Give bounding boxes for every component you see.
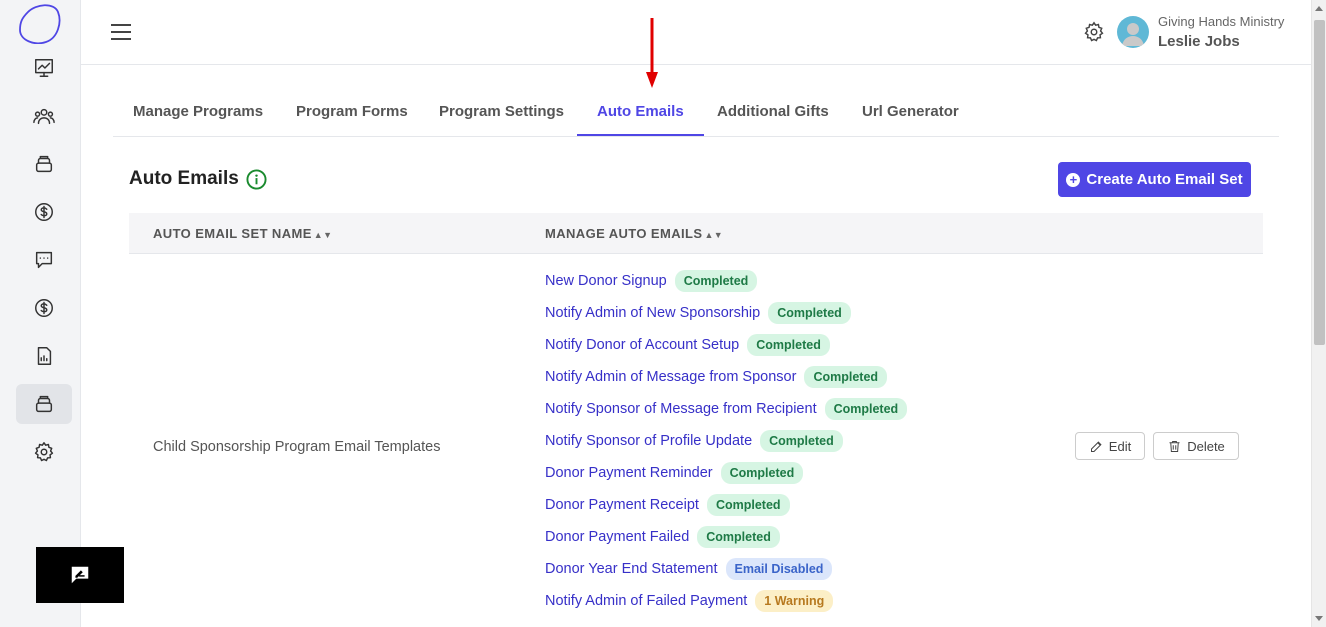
list-item: Notify Sponsor of Message from Recipient… (545, 397, 908, 421)
page-title: Auto Emails (129, 168, 239, 189)
programs-stack-icon[interactable] (16, 144, 72, 184)
program-tabs: Manage Programs Program Forms Program Se… (113, 92, 1279, 137)
tab-url-generator[interactable]: Url Generator (842, 92, 979, 136)
auto-email-set-name: Child Sponsorship Program Email Template… (153, 439, 441, 455)
list-item: Notify Donor of Account Setup Completed (545, 333, 830, 357)
auto-email-link[interactable]: Notify Sponsor of Profile Update (545, 433, 752, 449)
programs-active-icon[interactable] (16, 384, 72, 424)
payments-dollar-icon[interactable] (16, 288, 72, 328)
list-item: Notify Sponsor of Profile Update Complete… (545, 429, 843, 453)
top-bar: Giving Hands Ministry Leslie Jobs (81, 0, 1311, 65)
logo-icon[interactable] (18, 4, 62, 44)
status-badge: Completed (760, 430, 843, 452)
list-item: Donor Payment Receipt Completed (545, 493, 790, 517)
scroll-thumb[interactable] (1314, 20, 1325, 345)
delete-button[interactable]: Delete (1153, 432, 1239, 460)
tab-additional-gifts[interactable]: Additional Gifts (697, 92, 849, 136)
status-badge: Email Disabled (725, 558, 833, 580)
scroll-up-arrow-icon[interactable] (1315, 6, 1323, 11)
status-badge: Completed (747, 334, 830, 356)
tab-program-forms[interactable]: Program Forms (276, 92, 428, 136)
auto-email-link[interactable]: Notify Admin of Message from Sponsor (545, 369, 796, 385)
column-header-manage-emails[interactable]: MANAGE AUTO EMAILS ▲▼ (545, 226, 723, 241)
list-item: Donor Payment Reminder Completed (545, 461, 804, 485)
tab-program-settings[interactable]: Program Settings (419, 92, 584, 136)
auto-email-link[interactable]: Donor Payment Receipt (545, 497, 699, 513)
scroll-down-arrow-icon[interactable] (1315, 616, 1323, 621)
red-annotation-arrow-icon (646, 18, 658, 88)
create-button-label: Create Auto Email Set (1086, 171, 1243, 188)
create-auto-email-set-button[interactable]: + Create Auto Email Set (1058, 162, 1251, 197)
donations-dollar-icon[interactable] (16, 192, 72, 232)
auto-email-link[interactable]: Notify Admin of Failed Payment (545, 593, 747, 609)
avatar[interactable] (1117, 16, 1149, 48)
people-icon[interactable] (16, 96, 72, 136)
list-item: New Donor Signup Completed (545, 269, 758, 293)
column-header-set-name[interactable]: AUTO EMAIL SET NAME ▲▼ (153, 226, 332, 241)
status-badge: Completed (768, 302, 851, 324)
status-badge: Completed (720, 462, 804, 484)
sidebar (0, 0, 81, 627)
edit-button[interactable]: Edit (1075, 432, 1145, 460)
auto-email-link[interactable]: Donor Payment Failed (545, 529, 689, 545)
table-header: AUTO EMAIL SET NAME ▲▼ MANAGE AUTO EMAILS… (129, 213, 1263, 254)
trash-icon (1169, 440, 1180, 452)
status-badge: Completed (824, 398, 908, 420)
pencil-icon (1090, 440, 1102, 452)
settings-gear-icon[interactable] (16, 432, 72, 472)
plus-circle-icon: + (1066, 172, 1081, 187)
auto-email-link[interactable]: Notify Sponsor of Message from Recipient (545, 401, 817, 417)
menu-toggle-icon[interactable] (111, 24, 131, 40)
page-scrollbar[interactable] (1311, 0, 1326, 627)
auto-email-link[interactable]: Notify Donor of Account Setup (545, 337, 739, 353)
chat-edit-icon (71, 566, 89, 584)
messages-icon[interactable] (16, 240, 72, 280)
dashboard-chart-icon[interactable] (16, 48, 72, 88)
sort-icon[interactable]: ▲▼ (704, 230, 723, 240)
chat-feedback-button[interactable] (36, 547, 124, 603)
settings-gear-icon[interactable] (1083, 21, 1105, 43)
status-badge: 1 Warning (755, 590, 834, 612)
list-item: Donor Payment Failed Completed (545, 525, 780, 549)
status-badge: Completed (674, 270, 758, 292)
auto-email-link[interactable]: Donor Payment Reminder (545, 465, 713, 481)
list-item: Notify Admin of New Sponsorship Completed (545, 301, 851, 325)
list-item: Donor Year End Statement Email Disabled (545, 557, 833, 581)
list-item: Notify Admin of Message from Sponsor Comp… (545, 365, 888, 389)
tab-auto-emails[interactable]: Auto Emails (577, 92, 704, 136)
status-badge: Completed (804, 366, 888, 388)
reports-icon[interactable] (16, 336, 72, 376)
auto-email-link[interactable]: Donor Year End Statement (545, 561, 718, 577)
status-badge: Completed (697, 526, 780, 548)
sort-icon[interactable]: ▲▼ (314, 230, 333, 240)
auto-email-link[interactable]: Notify Admin of New Sponsorship (545, 305, 760, 321)
list-item: Notify Admin of Failed Payment 1 Warning (545, 589, 834, 613)
status-badge: Completed (706, 494, 790, 516)
org-name: Giving Hands Ministry (1158, 14, 1285, 29)
auto-email-link[interactable]: New Donor Signup (545, 273, 667, 289)
tab-manage-programs[interactable]: Manage Programs (113, 92, 283, 136)
info-icon[interactable] (246, 169, 267, 190)
user-name[interactable]: Leslie Jobs (1158, 33, 1240, 50)
